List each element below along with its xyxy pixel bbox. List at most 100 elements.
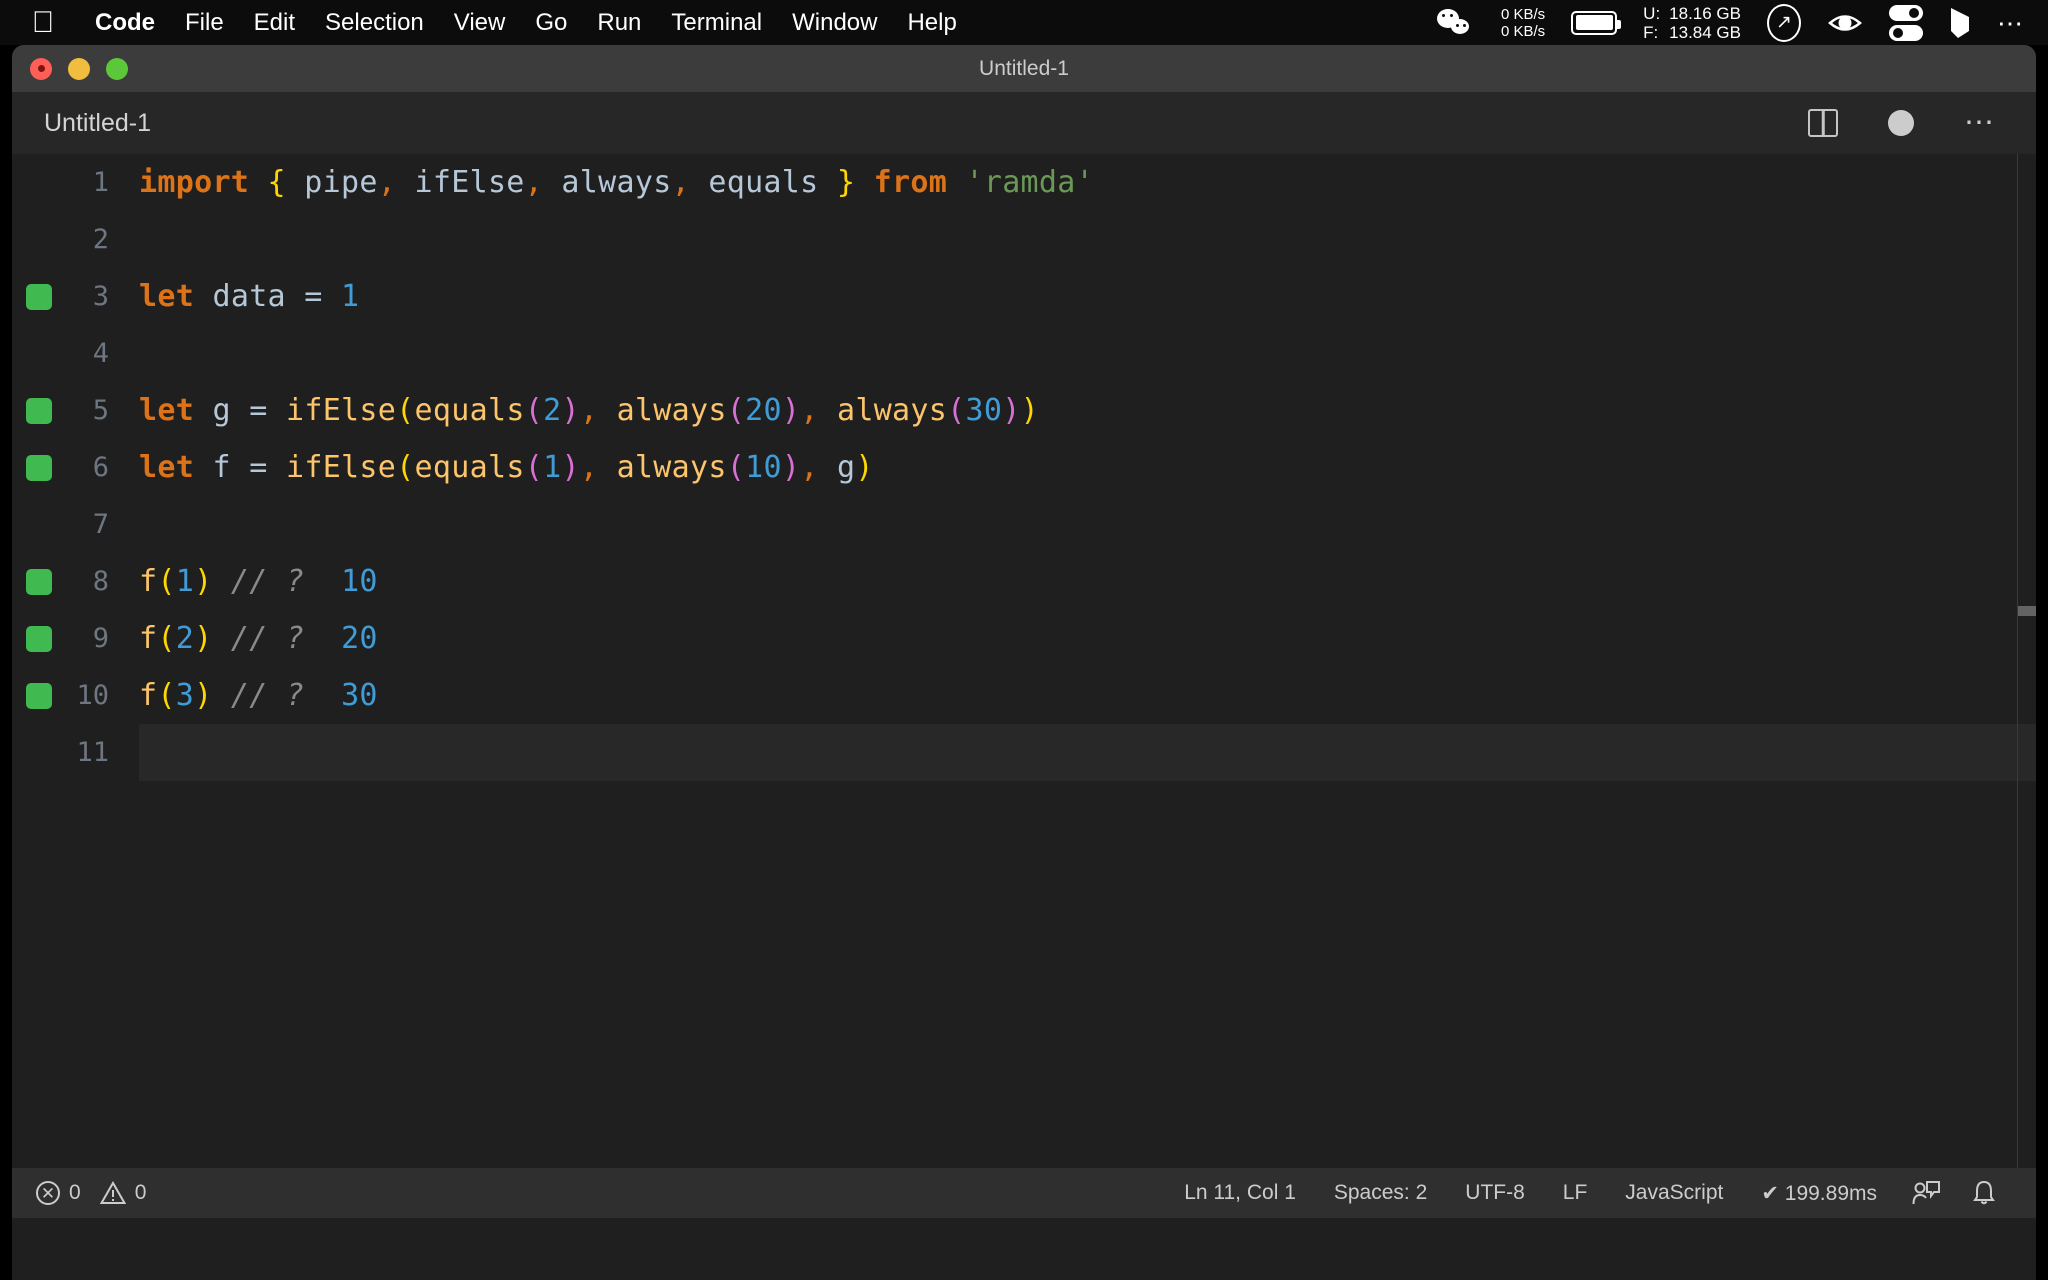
problems-status-item[interactable]: ✕ 0 0 xyxy=(36,1181,146,1205)
menu-item-edit[interactable]: Edit xyxy=(239,9,310,37)
eye-icon[interactable] xyxy=(1827,8,1863,38)
apple-logo-icon[interactable]:  xyxy=(30,7,56,38)
split-editor-icon[interactable] xyxy=(1808,109,1838,137)
notifications-bell-icon[interactable] xyxy=(1956,1180,2012,1206)
menu-item-help[interactable]: Help xyxy=(892,9,971,37)
code-token: 2 xyxy=(543,393,562,428)
code-line[interactable]: 3 let data = 1 xyxy=(12,268,2036,325)
line-number: 7 xyxy=(92,509,109,540)
code-line[interactable]: 5 let g = ifElse(equals(2), always(20), a… xyxy=(12,382,2036,439)
eol-status[interactable]: LF xyxy=(1544,1181,1607,1205)
editor-vertical-scrollbar[interactable] xyxy=(2018,154,2036,1168)
code-token: f xyxy=(139,621,158,656)
menu-item-selection[interactable]: Selection xyxy=(310,9,439,37)
code-token: 1 xyxy=(341,279,360,314)
code-token: ifElse xyxy=(414,165,525,200)
gutter-run-marker[interactable] xyxy=(26,397,52,424)
code-token: ifElse xyxy=(285,393,397,428)
code-token: , xyxy=(800,393,819,428)
wechat-icon[interactable] xyxy=(1436,8,1475,38)
indentation-status[interactable]: Spaces: 2 xyxy=(1315,1181,1446,1205)
code-token: , xyxy=(524,165,544,200)
code-token: from xyxy=(873,165,948,200)
more-actions-icon[interactable]: ⋯ xyxy=(1964,108,1998,138)
memory-used-label: U: xyxy=(1643,3,1661,23)
code-token: data xyxy=(212,279,286,314)
run-time-status[interactable]: ✔ 199.89ms xyxy=(1742,1181,1896,1206)
code-token: ( xyxy=(524,393,544,428)
menu-item-go[interactable]: Go xyxy=(520,9,582,37)
menu-item-code[interactable]: Code xyxy=(80,9,170,37)
code-line[interactable]: 9 f(2) // ? 20 xyxy=(12,610,2036,667)
gutter-run-marker[interactable] xyxy=(26,283,52,310)
network-speed-indicator[interactable]: 0 KB/s 0 KB/s xyxy=(1501,6,1545,40)
code-token: 1 xyxy=(543,450,562,485)
code-token: f xyxy=(212,450,231,485)
feedback-person-icon[interactable] xyxy=(1896,1180,1956,1206)
code-line[interactable]: 7 xyxy=(12,496,2036,553)
code-token: ( xyxy=(157,564,176,599)
code-token: always xyxy=(616,450,727,485)
code-token: ) xyxy=(194,564,213,599)
code-token: { xyxy=(267,165,286,200)
flag-icon[interactable] xyxy=(1949,7,1971,39)
gutter-run-marker[interactable] xyxy=(26,454,52,481)
code-line[interactable]: 11 xyxy=(12,724,2036,781)
current-line-highlight xyxy=(139,724,2036,781)
code-line[interactable]: 1 import { pipe, ifElse, always, equals }… xyxy=(12,154,2036,211)
menu-item-run[interactable]: Run xyxy=(582,9,656,37)
menu-item-view[interactable]: View xyxy=(439,9,521,37)
code-line[interactable]: 2 xyxy=(12,211,2036,268)
code-token: // ? xyxy=(230,621,305,656)
code-token: import xyxy=(139,165,250,200)
code-token: 30 xyxy=(965,393,1003,428)
menu-item-file[interactable]: File xyxy=(170,9,239,37)
line-content: f(3) // ? 30 xyxy=(139,678,378,713)
code-token: // ? xyxy=(230,564,305,599)
code-token: ) xyxy=(1020,393,1039,428)
code-token: g xyxy=(212,393,231,428)
language-mode-status[interactable]: JavaScript xyxy=(1606,1181,1742,1205)
code-token: f xyxy=(139,678,158,713)
memory-usage-indicator[interactable]: U: F: 18.16 GB 13.84 GB xyxy=(1643,4,1741,42)
code-token: ) xyxy=(855,450,874,485)
editor-actions: ⋯ xyxy=(1808,108,2036,138)
menu-item-window[interactable]: Window xyxy=(777,9,892,37)
code-token: = xyxy=(249,393,268,428)
code-line[interactable]: 4 xyxy=(12,325,2036,382)
control-center-ellipsis-icon[interactable]: ⋯ xyxy=(1997,10,2026,36)
code-token: 'ramda' xyxy=(965,165,1094,200)
error-count: 0 xyxy=(69,1181,81,1204)
gutter-run-marker[interactable] xyxy=(26,568,52,595)
tab-untitled-1[interactable]: Untitled-1 xyxy=(44,109,151,138)
code-token: ( xyxy=(157,621,176,656)
code-line[interactable]: 6 let f = ifElse(equals(1), always(10), g… xyxy=(12,439,2036,496)
code-line[interactable]: 10 f(3) // ? 30 xyxy=(12,667,2036,724)
unsaved-indicator-icon[interactable] xyxy=(1888,110,1914,136)
cursor-position-status[interactable]: Ln 11, Col 1 xyxy=(1165,1181,1315,1205)
code-token: g xyxy=(836,450,856,485)
encoding-status[interactable]: UTF-8 xyxy=(1446,1181,1544,1205)
battery-icon[interactable] xyxy=(1571,10,1622,35)
code-token: equals xyxy=(414,393,525,428)
menu-item-terminal[interactable]: Terminal xyxy=(656,9,777,37)
code-token: let xyxy=(139,393,195,428)
code-editor[interactable]: 1 import { pipe, ifElse, always, equals }… xyxy=(12,154,2036,1168)
gutter-run-marker[interactable] xyxy=(26,682,52,709)
toggle-switches-icon[interactable] xyxy=(1889,4,1923,41)
gutter-run-marker[interactable] xyxy=(26,625,52,652)
code-line[interactable]: 8 f(1) // ? 10 xyxy=(12,553,2036,610)
clock-circle-icon[interactable]: ↗ xyxy=(1767,3,1801,42)
scrollbar-thumb[interactable] xyxy=(2018,606,2036,616)
